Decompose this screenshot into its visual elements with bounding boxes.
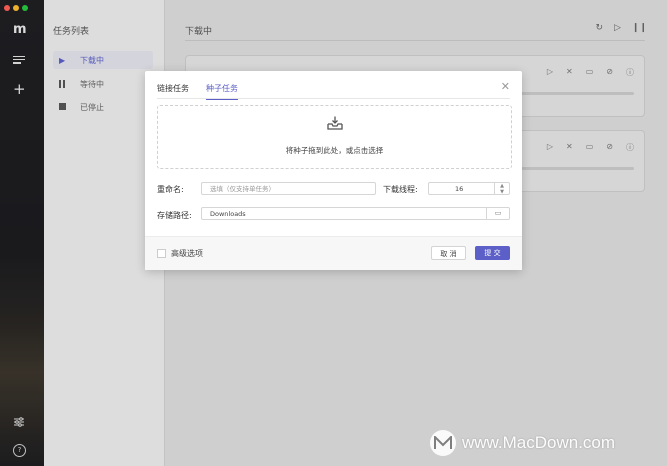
- close-icon[interactable]: ✕: [501, 80, 510, 93]
- path-input[interactable]: Downloads ▭: [201, 207, 510, 220]
- path-label: 存储路径:: [157, 211, 192, 220]
- rename-input[interactable]: 选填（仅支持单任务）: [201, 182, 376, 195]
- submit-button[interactable]: 提 交: [475, 246, 510, 260]
- inbox-download-icon: [327, 116, 343, 132]
- dialog-footer: 高级选项 取 消 提 交: [145, 236, 522, 270]
- threads-value: 16: [455, 185, 464, 193]
- rename-label: 重命名:: [157, 185, 184, 194]
- advanced-options-label[interactable]: 高级选项: [171, 248, 203, 259]
- threads-stepper[interactable]: 16 ▲ ▼: [428, 182, 510, 195]
- advanced-options-checkbox[interactable]: [157, 249, 166, 258]
- cancel-button[interactable]: 取 消: [431, 246, 466, 260]
- stepper-arrows[interactable]: ▲ ▼: [494, 183, 509, 195]
- watermark-text: www.MacDown.com: [462, 433, 616, 452]
- watermark: www.MacDown.com: [430, 430, 615, 456]
- torrent-drop-zone[interactable]: 将种子拖到此处，或点击选择: [157, 105, 512, 169]
- path-value: Downloads: [210, 210, 246, 218]
- drop-zone-text: 将种子拖到此处，或点击选择: [285, 146, 384, 155]
- threads-label: 下载线程:: [383, 185, 418, 194]
- add-task-dialog: 链接任务 种子任务 ✕ 将种子拖到此处，或点击选择 重命名: 选填（仅支持单任务…: [145, 71, 522, 270]
- folder-icon[interactable]: ▭: [486, 208, 509, 219]
- macdown-logo-icon: [430, 430, 456, 456]
- tab-divider: [157, 98, 510, 99]
